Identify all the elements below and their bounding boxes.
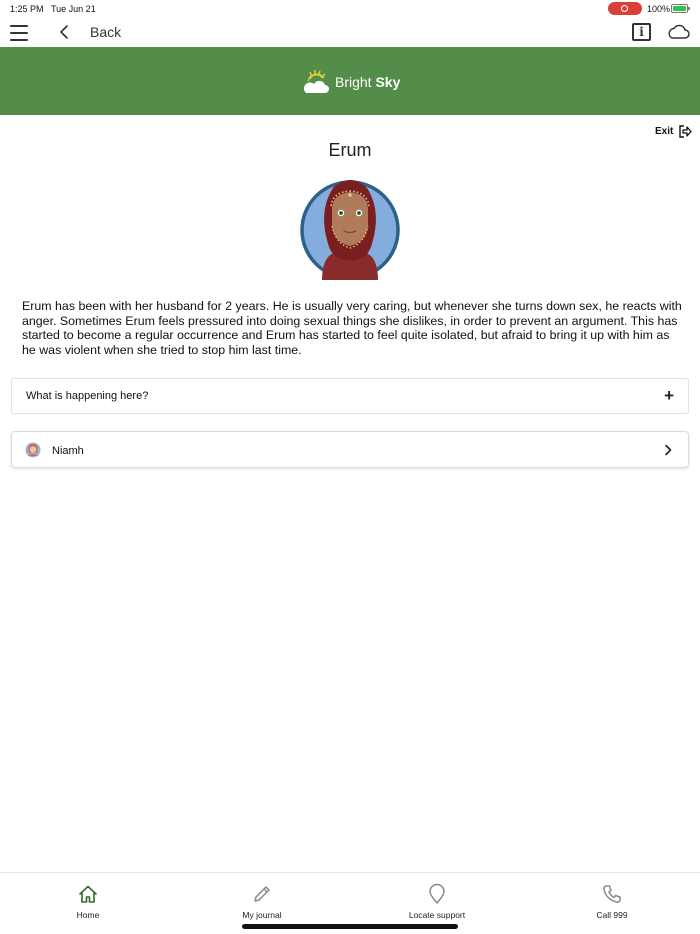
related-story-name: Niamh: [52, 445, 84, 457]
bright-sky-logo: Bright Sky: [301, 67, 400, 97]
tab-home-label: Home: [76, 910, 100, 920]
exit-arrow-icon: [679, 125, 692, 138]
status-bar: 1:25 PM Tue Jun 21 100%: [0, 0, 700, 18]
battery-percent: 100%: [647, 4, 671, 14]
related-story-card[interactable]: Niamh: [11, 431, 689, 468]
pencil-icon: [254, 886, 270, 902]
accordion-label: What is happening here?: [26, 390, 149, 402]
chevron-right-icon: [665, 444, 672, 456]
exit-label: Exit: [655, 126, 674, 137]
exit-button[interactable]: Exit: [655, 125, 692, 138]
tab-my-journal[interactable]: My journal: [202, 883, 322, 920]
chevron-left-icon: [60, 25, 68, 39]
screen-recording-icon: [608, 2, 642, 15]
info-icon[interactable]: i: [632, 23, 651, 41]
menu-icon[interactable]: [10, 25, 28, 41]
nav-bar: Back i: [0, 18, 700, 47]
sun-cloud-icon: [303, 70, 329, 93]
home-indicator: [242, 924, 458, 929]
niamh-avatar: [25, 442, 41, 458]
brand-name: Bright Sky: [335, 74, 401, 90]
home-icon: [79, 885, 97, 903]
tab-locate-support-label: Locate support: [408, 910, 466, 920]
location-pin-icon: [429, 883, 445, 904]
tab-call-999[interactable]: Call 999: [552, 883, 672, 920]
status-date: Tue Jun 21: [51, 4, 96, 14]
tab-my-journal-label: My journal: [242, 910, 282, 920]
erum-avatar: [300, 180, 400, 280]
what-is-happening-accordion[interactable]: What is happening here? +: [11, 378, 689, 414]
tab-call-999-label: Call 999: [596, 910, 628, 920]
scenario-description: Erum has been with her husband for 2 yea…: [22, 299, 682, 357]
app-header: Bright Sky: [0, 47, 700, 115]
back-button[interactable]: Back: [58, 22, 121, 42]
cloud-icon[interactable]: [666, 23, 690, 41]
tab-home[interactable]: Home: [28, 883, 148, 920]
back-label: Back: [90, 24, 122, 40]
status-time: 1:25 PM: [10, 4, 44, 14]
phone-icon: [603, 885, 621, 903]
person-name: Erum: [328, 140, 372, 160]
plus-icon: +: [664, 386, 674, 405]
tab-locate-support[interactable]: Locate support: [377, 883, 497, 920]
battery-icon: [671, 4, 690, 13]
